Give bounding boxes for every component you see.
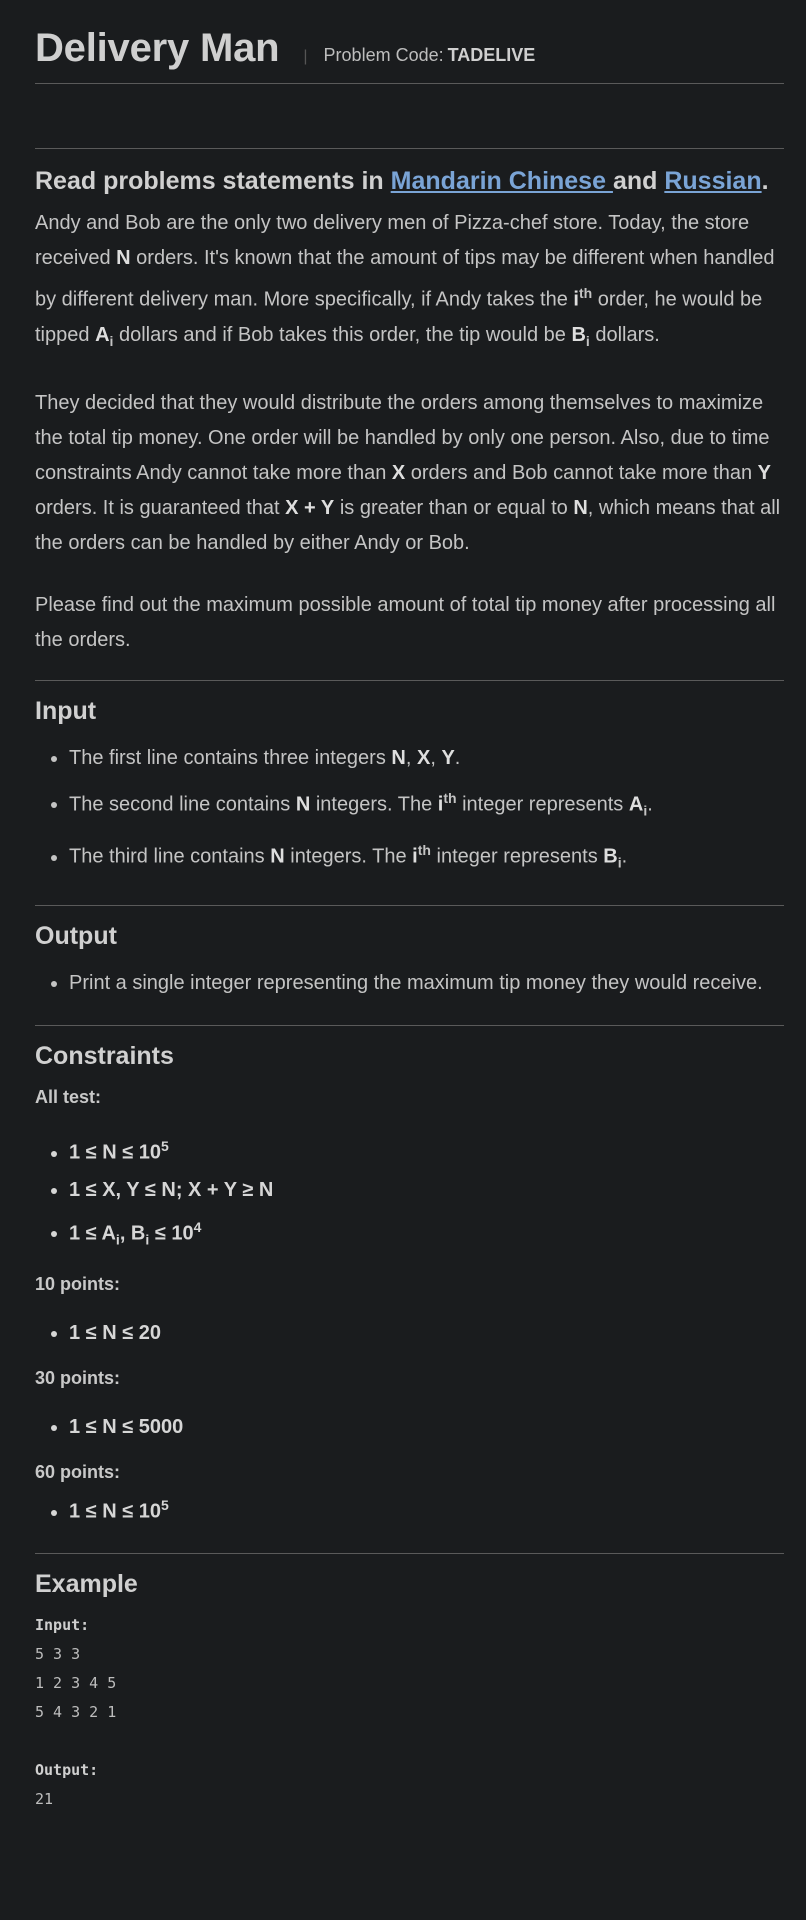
- example-divider: [35, 1552, 784, 1554]
- constraints-divider: [35, 1024, 784, 1026]
- header-separator: |: [303, 48, 308, 65]
- example-block: Input: 5 3 3 1 2 3 4 5 5 4 3 2 1 Output:…: [35, 1611, 784, 1814]
- example-input-line-3: 5 4 3 2 1: [35, 1702, 117, 1721]
- input-divider: [35, 679, 784, 681]
- problem-code-label: Problem Code:: [323, 45, 444, 65]
- all-test-label: All test:: [35, 1086, 102, 1107]
- input-line-1: The first line contains three integers N…: [69, 738, 784, 778]
- example-output-value: 21: [35, 1789, 54, 1808]
- subtask-10-list: 1 ≤ N ≤ 20: [35, 1315, 784, 1352]
- input-list: The first line contains three integers N…: [35, 738, 784, 883]
- all-test-list: 1 ≤ N ≤ 105 1 ≤ X, Y ≤ N; X + Y ≥ N 1 ≤ …: [35, 1128, 784, 1258]
- example-heading: Example: [35, 1569, 138, 1598]
- input-heading: Input: [35, 696, 97, 725]
- example-input-label: Input:: [35, 1615, 90, 1634]
- constraint-ab: 1 ≤ Ai, Bi ≤ 104: [69, 1209, 784, 1259]
- subtask-60-label: 60 points:: [35, 1462, 121, 1483]
- statement-paragraph-2: They decided that they would distribute …: [35, 391, 781, 554]
- translations-suffix: .: [761, 167, 769, 195]
- header-divider: [35, 83, 784, 84]
- problem-page: Delivery Man | Problem Code: TADELIVE Re…: [0, 0, 806, 1814]
- statement-paragraph-3: Please find out the maximum possible amo…: [35, 593, 776, 651]
- translations-prefix: Read problems statements in: [35, 167, 384, 195]
- subtask-30-label: 30 points:: [35, 1368, 121, 1389]
- subtask-30-list: 1 ≤ N ≤ 5000: [35, 1409, 784, 1446]
- constraints-heading: Constraints: [35, 1041, 174, 1070]
- statement-divider: [35, 148, 784, 149]
- output-divider: [35, 904, 784, 906]
- output-line-1: Print a single integer representing the …: [69, 963, 784, 1003]
- example-output-label: Output:: [35, 1760, 99, 1779]
- problem-header: Delivery Man | Problem Code: TADELIVE: [35, 0, 784, 80]
- input-line-2: The second line contains N integers. The…: [69, 778, 784, 831]
- example-input-line-2: 1 2 3 4 5: [35, 1673, 117, 1692]
- output-list: Print a single integer representing the …: [35, 963, 784, 1003]
- input-line-3: The third line contains N integers. The …: [69, 830, 784, 883]
- constraint-xy: 1 ≤ X, Y ≤ N; X + Y ≥ N: [69, 1172, 784, 1209]
- mandarin-chinese-link[interactable]: Mandarin Chinese: [391, 167, 613, 195]
- subtask-60-constraint: 1 ≤ N ≤ 105: [69, 1487, 784, 1531]
- problem-code-value: TADELIVE: [447, 45, 536, 65]
- constraint-n: 1 ≤ N ≤ 105: [69, 1128, 784, 1172]
- translations-and: and: [612, 167, 658, 195]
- subtask-60-list: 1 ≤ N ≤ 105: [35, 1487, 784, 1531]
- translations-line: Read problems statements in Mandarin Chi…: [35, 167, 784, 196]
- statement-paragraph-1: Andy and Bob are the only two delivery m…: [35, 212, 775, 349]
- subtask-10-label: 10 points:: [35, 1274, 121, 1295]
- problem-title: Delivery Man: [35, 26, 280, 70]
- subtask-30-constraint: 1 ≤ N ≤ 5000: [69, 1409, 784, 1446]
- example-input-line-1: 5 3 3: [35, 1644, 81, 1663]
- russian-link[interactable]: Russian: [664, 167, 761, 195]
- subtask-10-constraint: 1 ≤ N ≤ 20: [69, 1315, 784, 1352]
- output-heading: Output: [35, 921, 117, 950]
